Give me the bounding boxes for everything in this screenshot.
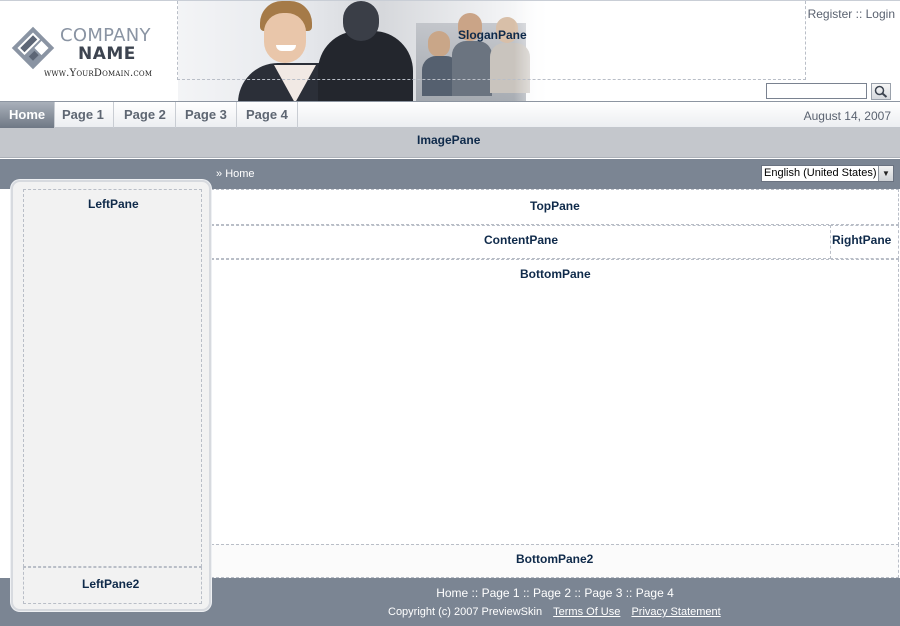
search-icon <box>874 85 888 98</box>
current-date: August 14, 2007 <box>803 109 891 123</box>
bottom-pane-label: BottomPane <box>520 267 591 281</box>
main-nav: Home Page 1 Page 2 Page 3 Page 4 August … <box>0 101 900 128</box>
privacy-statement-link[interactable]: Privacy Statement <box>631 606 720 618</box>
header: COMPANY NAME www.YourDomain.com SloganPa… <box>0 0 900 102</box>
nav-item-page-3[interactable]: Page 3 <box>176 102 237 128</box>
footer-separator: :: <box>622 586 636 600</box>
bottom-pane: BottomPane <box>211 259 899 545</box>
right-pane: RightPane <box>830 225 899 259</box>
slogan-pane: SloganPane <box>177 1 806 80</box>
footer-link-home[interactable]: Home <box>436 586 468 600</box>
left-pane: LeftPane <box>23 189 202 567</box>
right-pane-label: RightPane <box>832 233 892 247</box>
footer-separator: :: <box>519 586 533 600</box>
nav-item-page-1[interactable]: Page 1 <box>53 102 114 128</box>
nav-item-page-4[interactable]: Page 4 <box>237 102 298 128</box>
left-pane-2: LeftPane2 <box>23 567 202 604</box>
logo-name-text: NAME <box>78 44 136 64</box>
breadcrumb-arrow-icon: » <box>216 168 223 180</box>
top-pane: TopPane <box>211 189 899 225</box>
footer-link-page-2[interactable]: Page 2 <box>533 586 571 600</box>
slogan-pane-label: SloganPane <box>458 28 527 42</box>
terms-of-use-link[interactable]: Terms Of Use <box>553 606 620 618</box>
search-button[interactable] <box>871 83 891 100</box>
content-pane: ContentPane <box>211 225 831 259</box>
company-logo[interactable]: COMPANY NAME www.YourDomain.com <box>6 21 176 85</box>
register-link[interactable]: Register <box>808 7 853 21</box>
search-input[interactable] <box>766 83 867 99</box>
left-pane-label: LeftPane <box>88 197 139 211</box>
user-links-separator: :: <box>855 7 863 21</box>
image-pane-label: ImagePane <box>417 133 481 147</box>
copyright-text: Copyright (c) 2007 PreviewSkin <box>388 606 543 618</box>
language-select[interactable]: English (United States) ▼ <box>761 165 894 182</box>
breadcrumb-home-link[interactable]: Home <box>225 168 254 180</box>
footer-link-page-4[interactable]: Page 4 <box>636 586 674 600</box>
user-links: Register :: Login <box>808 7 895 21</box>
footer-separator: :: <box>468 586 482 600</box>
logo-domain-text: www.YourDomain.com <box>44 68 153 79</box>
logo-company-text: COMPANY <box>60 25 151 46</box>
top-pane-label: TopPane <box>530 199 580 213</box>
nav-item-page-2[interactable]: Page 2 <box>115 102 176 128</box>
chevron-down-icon[interactable]: ▼ <box>878 166 893 181</box>
left-pane-2-label: LeftPane2 <box>82 577 140 591</box>
breadcrumb: » Home <box>216 168 255 180</box>
footer-legal: Copyright (c) 2007 PreviewSkin Terms Of … <box>388 606 721 618</box>
bottom-pane-2-label: BottomPane2 <box>516 552 594 566</box>
image-pane: ImagePane <box>0 128 900 158</box>
logo-mark-icon <box>11 26 55 70</box>
login-link[interactable]: Login <box>866 7 895 21</box>
footer-link-page-3[interactable]: Page 3 <box>584 586 622 600</box>
language-selected-value: English (United States) <box>764 167 877 179</box>
nav-item-home[interactable]: Home <box>0 102 56 128</box>
bottom-pane-2: BottomPane2 <box>211 544 899 578</box>
footer-separator: :: <box>571 586 585 600</box>
footer-link-page-1[interactable]: Page 1 <box>482 586 520 600</box>
left-column: LeftPane LeftPane2 <box>11 180 211 611</box>
content-pane-label: ContentPane <box>484 233 559 247</box>
